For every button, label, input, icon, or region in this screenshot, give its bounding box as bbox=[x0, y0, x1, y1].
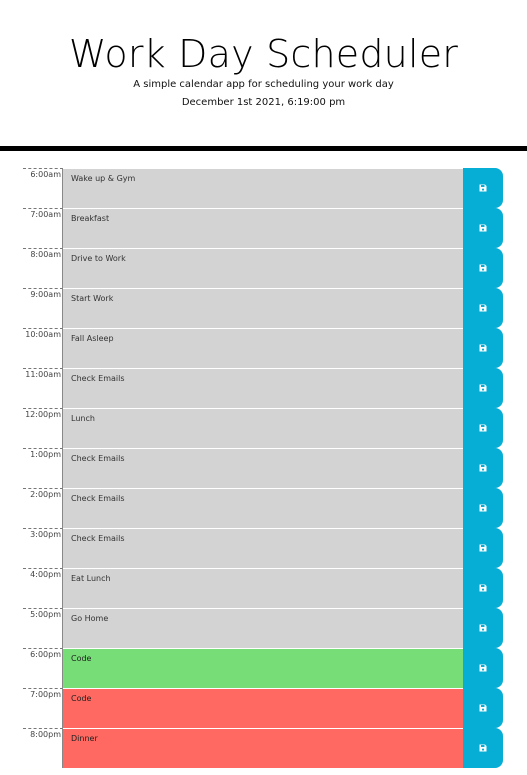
save-button[interactable] bbox=[463, 208, 503, 248]
hour-label: 5:00pm bbox=[23, 608, 63, 648]
save-icon bbox=[479, 304, 487, 312]
time-block: 12:00pm Lunch bbox=[23, 408, 503, 448]
event-description-input[interactable]: Lunch bbox=[63, 408, 463, 448]
hour-label: 9:00am bbox=[23, 288, 63, 328]
save-icon bbox=[479, 424, 487, 432]
save-button[interactable] bbox=[463, 568, 503, 608]
hour-label: 2:00pm bbox=[23, 488, 63, 528]
save-icon bbox=[479, 584, 487, 592]
time-block-list: 6:00am Wake up & Gym 7:00am Breakfast 8:00am… bbox=[23, 168, 503, 768]
save-icon bbox=[479, 264, 487, 272]
save-button[interactable] bbox=[463, 688, 503, 728]
save-button[interactable] bbox=[463, 728, 503, 768]
page-header: Work Day Scheduler A simple calendar app… bbox=[0, 0, 527, 151]
save-button[interactable] bbox=[463, 368, 503, 408]
time-block: 6:00am Wake up & Gym bbox=[23, 168, 503, 208]
hour-label: 8:00pm bbox=[23, 728, 63, 768]
time-block: 8:00am Drive to Work bbox=[23, 248, 503, 288]
hour-label: 3:00pm bbox=[23, 528, 63, 568]
event-description-input[interactable]: Check Emails bbox=[63, 528, 463, 568]
hour-label: 6:00pm bbox=[23, 648, 63, 688]
time-block: 11:00am Check Emails bbox=[23, 368, 503, 408]
save-button[interactable] bbox=[463, 648, 503, 688]
event-description-input[interactable]: Code bbox=[63, 648, 463, 688]
save-icon bbox=[479, 464, 487, 472]
save-icon bbox=[479, 184, 487, 192]
save-icon bbox=[479, 744, 487, 752]
hour-label: 4:00pm bbox=[23, 568, 63, 608]
hour-label: 7:00am bbox=[23, 208, 63, 248]
time-block: 6:00pm Code bbox=[23, 648, 503, 688]
save-button[interactable] bbox=[463, 288, 503, 328]
time-block: 2:00pm Check Emails bbox=[23, 488, 503, 528]
time-block: 8:00pm Dinner bbox=[23, 728, 503, 768]
event-description-input[interactable]: Eat Lunch bbox=[63, 568, 463, 608]
event-description-input[interactable]: Fall Asleep bbox=[63, 328, 463, 368]
event-description-input[interactable]: Check Emails bbox=[63, 448, 463, 488]
save-icon bbox=[479, 224, 487, 232]
save-icon bbox=[479, 704, 487, 712]
save-button[interactable] bbox=[463, 608, 503, 648]
event-description-input[interactable]: Check Emails bbox=[63, 488, 463, 528]
event-description-input[interactable]: Code bbox=[63, 688, 463, 728]
hour-label: 8:00am bbox=[23, 248, 63, 288]
save-button[interactable] bbox=[463, 448, 503, 488]
page-subtitle: A simple calendar app for scheduling you… bbox=[133, 79, 394, 90]
time-block: 4:00pm Eat Lunch bbox=[23, 568, 503, 608]
save-icon bbox=[479, 544, 487, 552]
save-icon bbox=[479, 344, 487, 352]
page-title: Work Day Scheduler bbox=[68, 32, 459, 76]
save-icon bbox=[479, 624, 487, 632]
event-description-input[interactable]: Check Emails bbox=[63, 368, 463, 408]
hour-label: 10:00am bbox=[23, 328, 63, 368]
save-button[interactable] bbox=[463, 488, 503, 528]
time-block: 1:00pm Check Emails bbox=[23, 448, 503, 488]
hour-label: 1:00pm bbox=[23, 448, 63, 488]
event-description-input[interactable]: Go Home bbox=[63, 608, 463, 648]
event-description-input[interactable]: Dinner bbox=[63, 728, 463, 768]
hour-label: 7:00pm bbox=[23, 688, 63, 728]
event-description-input[interactable]: Drive to Work bbox=[63, 248, 463, 288]
time-block: 7:00pm Code bbox=[23, 688, 503, 728]
save-button[interactable] bbox=[463, 528, 503, 568]
time-block: 9:00am Start Work bbox=[23, 288, 503, 328]
save-button[interactable] bbox=[463, 248, 503, 288]
save-button[interactable] bbox=[463, 408, 503, 448]
save-icon bbox=[479, 664, 487, 672]
current-day: December 1st 2021, 6:19:00 pm bbox=[181, 97, 346, 108]
hour-label: 6:00am bbox=[23, 168, 63, 208]
event-description-input[interactable]: Start Work bbox=[63, 288, 463, 328]
save-icon bbox=[479, 504, 487, 512]
time-block: 3:00pm Check Emails bbox=[23, 528, 503, 568]
event-description-input[interactable]: Wake up & Gym bbox=[63, 168, 463, 208]
save-icon bbox=[479, 384, 487, 392]
save-button[interactable] bbox=[463, 328, 503, 368]
save-button[interactable] bbox=[463, 168, 503, 208]
hour-label: 12:00pm bbox=[23, 408, 63, 448]
time-block: 7:00am Breakfast bbox=[23, 208, 503, 248]
event-description-input[interactable]: Breakfast bbox=[63, 208, 463, 248]
time-block: 10:00am Fall Asleep bbox=[23, 328, 503, 368]
time-block: 5:00pm Go Home bbox=[23, 608, 503, 648]
hour-label: 11:00am bbox=[23, 368, 63, 408]
